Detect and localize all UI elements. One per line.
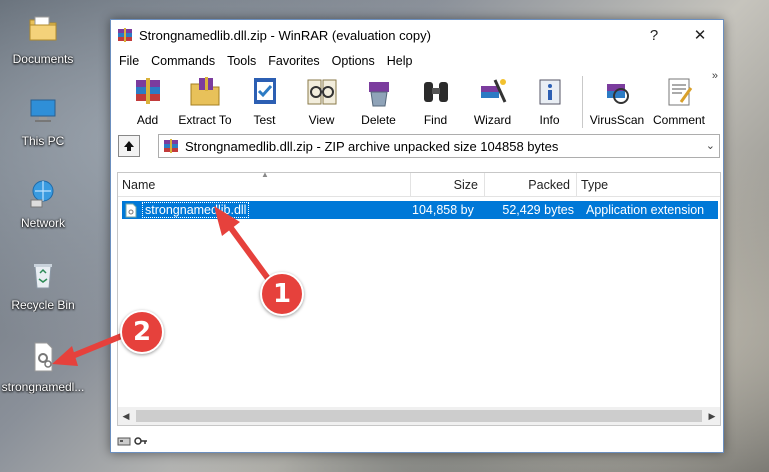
arrow-head-2 [52,346,78,366]
arrow-line-2 [68,332,126,360]
step-badge-1: 1 [260,272,304,316]
arrow-line-1 [225,222,275,286]
annotation-arrows [52,206,275,366]
step-badge-2: 2 [120,310,164,354]
